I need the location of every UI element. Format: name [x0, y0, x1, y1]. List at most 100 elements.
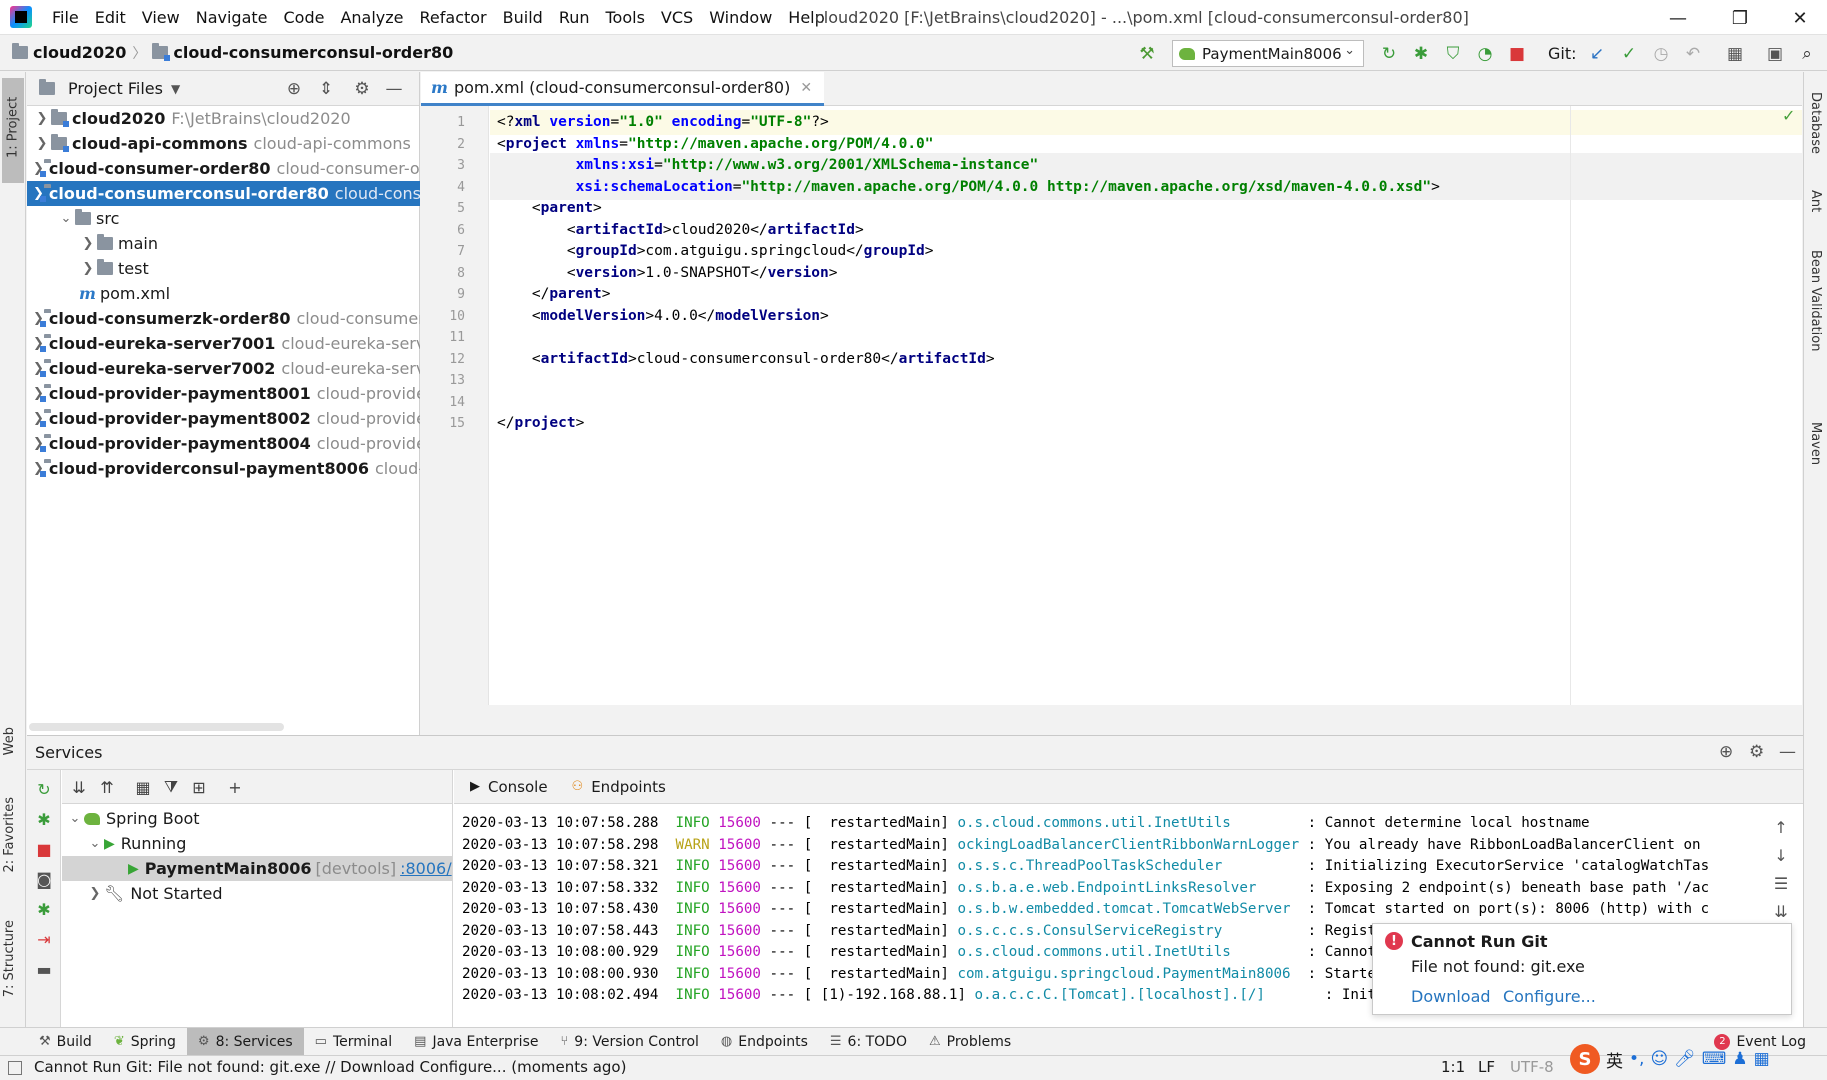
- restore-button[interactable]: ❐: [1720, 4, 1760, 32]
- chevron-right-icon[interactable]: ❯: [86, 886, 104, 901]
- exit-icon[interactable]: ⇥: [33, 928, 55, 950]
- tool-tab-services[interactable]: ⚙ 8: Services: [186, 1027, 304, 1056]
- tool-tab-todo[interactable]: ☰ 6: TODO: [819, 1028, 918, 1056]
- tool-tab-web[interactable]: Web: [2, 727, 17, 755]
- tree-item-cloud-provider-payment8002[interactable]: ❯ cloud-provider-payment8002 cloud-provid…: [27, 406, 420, 431]
- tool-tab-build[interactable]: ⚒ Build: [28, 1028, 103, 1056]
- gear-icon[interactable]: ⚙: [1749, 742, 1764, 762]
- inspection-ok-icon[interactable]: ✓: [1782, 106, 1795, 125]
- menu-edit[interactable]: Edit: [87, 8, 134, 27]
- menu-build[interactable]: Build: [495, 8, 551, 27]
- tool-tab-endpoints[interactable]: ◍ Endpoints: [710, 1028, 819, 1056]
- tree-item-cloud-consumer-order80[interactable]: ❯ cloud-consumer-order80 cloud-consumer-o…: [27, 156, 420, 181]
- scroll-down-icon[interactable]: ↓: [1770, 844, 1792, 866]
- menu-code[interactable]: Code: [276, 8, 333, 27]
- tree-item-main[interactable]: ❯ main: [27, 231, 420, 256]
- gear-icon[interactable]: ⚙: [351, 78, 373, 100]
- search-everywhere-icon[interactable]: ⌕: [1796, 43, 1818, 65]
- run-configuration-select[interactable]: PaymentMain8006 ⌄: [1172, 40, 1364, 67]
- tool-tab-version-control[interactable]: ⑂ 9: Version Control: [549, 1028, 709, 1056]
- stop-icon[interactable]: ■: [1506, 43, 1528, 65]
- tool-tab-problems[interactable]: ⚠ Problems: [918, 1028, 1022, 1056]
- tool-tab-project[interactable]: 1: Project: [2, 78, 24, 183]
- chevron-right-icon[interactable]: ❯: [79, 236, 97, 251]
- tab-console[interactable]: ▶ Console: [470, 778, 548, 796]
- microphone-icon[interactable]: 🎤︎: [1674, 1049, 1696, 1069]
- menu-window[interactable]: Window: [701, 8, 780, 27]
- close-window-button[interactable]: ✕: [1780, 4, 1820, 32]
- rerun-icon[interactable]: ↻: [33, 778, 55, 800]
- profile-icon[interactable]: ◔: [1474, 43, 1496, 65]
- tool-tab-structure[interactable]: 7: Structure: [2, 920, 17, 997]
- menu-tools[interactable]: Tools: [598, 8, 653, 27]
- editor-tab-pom-xml[interactable]: m pom.xml (cloud-consumerconsul-order80)…: [421, 72, 825, 106]
- tree-item-cloud-eureka-server7002[interactable]: ❯ cloud-eureka-server7002 cloud-eureka-se…: [27, 356, 420, 381]
- service-port-link[interactable]: :8006/: [400, 859, 452, 878]
- tree-item-test[interactable]: ❯ test: [27, 256, 420, 281]
- stop-icon[interactable]: ■: [33, 838, 55, 860]
- configure-link[interactable]: Configure...: [1503, 987, 1596, 1006]
- tree-item-cloud-provider-payment8001[interactable]: ❯ cloud-provider-payment8001 cloud-provid…: [27, 381, 420, 406]
- coverage-icon[interactable]: ⛉: [1442, 43, 1464, 65]
- download-link[interactable]: Download: [1411, 987, 1491, 1006]
- scroll-up-icon[interactable]: ↑: [1770, 816, 1792, 838]
- chevron-right-icon[interactable]: ❯: [33, 136, 51, 151]
- service-payment-main-8006[interactable]: ▶ PaymentMain8006 [devtools] :8006/: [62, 856, 452, 881]
- git-history-icon[interactable]: ◷: [1650, 43, 1672, 65]
- project-structure-icon[interactable]: ▦: [1724, 43, 1746, 65]
- tool-tab-maven[interactable]: Maven: [1808, 422, 1823, 465]
- hide-panel-icon[interactable]: —: [383, 78, 405, 100]
- git-commit-icon[interactable]: ✓: [1618, 43, 1640, 65]
- tool-tab-bean-validation[interactable]: Bean Validation: [1808, 250, 1823, 351]
- toggle-tool-windows-icon[interactable]: [8, 1061, 22, 1075]
- group-by-icon[interactable]: ▦: [132, 776, 154, 798]
- menu-run[interactable]: Run: [551, 8, 598, 27]
- chevron-down-icon[interactable]: ⌄: [57, 211, 75, 226]
- chevron-right-icon[interactable]: ❯: [79, 261, 97, 276]
- debug-icon[interactable]: ✱: [33, 808, 55, 830]
- locate-icon[interactable]: ⊕: [1719, 742, 1733, 762]
- layout-icon[interactable]: ▬: [33, 958, 55, 980]
- ime-language-label[interactable]: 英: [1606, 1047, 1623, 1072]
- tree-item-cloud-providerconsul-payment8006[interactable]: ❯ cloud-providerconsul-payment8006cloud-…: [27, 456, 420, 481]
- scroll-to-end-icon[interactable]: ⇊: [1770, 900, 1792, 922]
- filter-icon[interactable]: ⧩: [160, 776, 182, 798]
- tree-item-src[interactable]: ⌄ src: [27, 206, 420, 231]
- tool-tab-database[interactable]: Database: [1808, 92, 1823, 154]
- expand-all-icon[interactable]: ⇊: [68, 776, 90, 798]
- tool-tab-java-enterprise[interactable]: ▤ Java Enterprise: [403, 1028, 549, 1056]
- tool-tab-spring[interactable]: ❦ Spring: [103, 1028, 187, 1056]
- soft-wrap-icon[interactable]: ☰: [1770, 872, 1792, 894]
- tab-endpoints[interactable]: ⚇ Endpoints: [572, 778, 666, 796]
- project-view-selector[interactable]: Project Files: [68, 79, 163, 98]
- add-icon[interactable]: +: [224, 776, 246, 798]
- horizontal-scrollbar[interactable]: [29, 723, 284, 731]
- camera-icon[interactable]: ◙: [33, 868, 55, 890]
- hide-panel-icon[interactable]: —: [1779, 742, 1796, 762]
- tree-item-cloud2020[interactable]: ❯ cloud2020 F:\JetBrains\cloud2020: [27, 106, 420, 131]
- git-update-icon[interactable]: ↙: [1586, 43, 1608, 65]
- tree-item-cloud-eureka-server7001[interactable]: ❯ cloud-eureka-server7001 cloud-eureka-se…: [27, 331, 420, 356]
- code-area[interactable]: <?xml version="1.0" encoding="UTF-8"?> <p…: [490, 106, 1802, 705]
- skin-icon[interactable]: ♟: [1732, 1049, 1747, 1069]
- collapse-all-icon[interactable]: ⇈: [96, 776, 118, 798]
- tool-tab-favorites[interactable]: 2: Favorites: [2, 797, 17, 873]
- menu-navigate[interactable]: Navigate: [188, 8, 276, 27]
- chevron-down-icon[interactable]: ⌄: [66, 811, 84, 826]
- line-separator[interactable]: LF: [1478, 1058, 1495, 1076]
- minimize-button[interactable]: —: [1658, 4, 1698, 32]
- keyboard-icon[interactable]: ⌨: [1702, 1049, 1727, 1069]
- locate-file-icon[interactable]: ⊕: [283, 78, 305, 100]
- status-message[interactable]: Cannot Run Git: File not found: git.exe …: [34, 1058, 626, 1076]
- service-spring-boot[interactable]: ⌄ Spring Boot: [66, 806, 452, 831]
- punctuation-icon[interactable]: •,: [1629, 1049, 1644, 1069]
- tool-tab-terminal[interactable]: ▭ Terminal: [304, 1028, 403, 1056]
- menu-vcs[interactable]: VCS: [653, 8, 701, 27]
- rerun-icon[interactable]: ↻: [1378, 43, 1400, 65]
- file-encoding[interactable]: UTF-8: [1510, 1058, 1554, 1076]
- build-hammer-icon[interactable]: ⚒: [1136, 43, 1158, 65]
- menu-file[interactable]: File: [44, 8, 87, 27]
- debug-icon[interactable]: ✱: [1410, 43, 1432, 65]
- tree-item-pom-xml[interactable]: m pom.xml: [27, 281, 420, 306]
- close-icon[interactable]: ✕: [800, 80, 812, 96]
